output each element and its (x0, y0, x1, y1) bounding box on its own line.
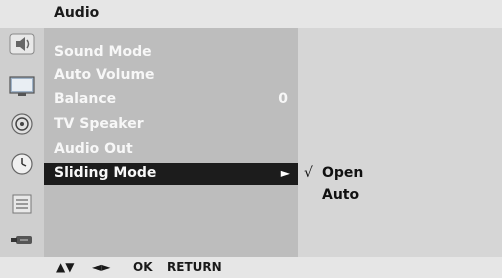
menu-item-label: TV Speaker (54, 116, 144, 132)
lock-icon[interactable] (8, 192, 36, 216)
menu-item-label: Audio Out (54, 141, 133, 157)
speaker-icon[interactable] (8, 32, 36, 56)
ok-hint: OK (133, 260, 153, 274)
submenu-option-open[interactable]: √ Open (304, 165, 363, 181)
menu-item-label: Auto Volume (54, 67, 155, 83)
category-icon-bar (0, 28, 44, 257)
input-icon[interactable] (8, 228, 36, 252)
navigation-hint-bar: ▲▼ ◄► OK RETURN (0, 257, 502, 278)
balance-value: 0 (278, 91, 288, 107)
return-hint: RETURN (167, 260, 222, 274)
submenu-option-label: Auto (322, 187, 360, 203)
menu-item-balance[interactable]: Balance 0 (44, 89, 298, 111)
menu-item-audio-out[interactable]: Audio Out (44, 139, 298, 161)
check-icon: √ (304, 165, 313, 181)
submenu-option-label: Open (322, 165, 364, 181)
menu-item-auto-volume[interactable]: Auto Volume (44, 65, 298, 87)
menu-item-label: Sound Mode (54, 44, 152, 60)
submenu-option-auto[interactable]: Auto (304, 187, 359, 203)
left-right-arrows-icon: ◄► (92, 260, 111, 274)
setup-icon[interactable] (8, 112, 36, 136)
sliding-mode-submenu: √ Open Auto (298, 28, 502, 257)
picture-icon[interactable] (8, 74, 36, 98)
menu-item-label: Balance (54, 91, 117, 107)
up-down-arrows-icon: ▲▼ (56, 260, 75, 274)
submenu-arrow-icon: ► (280, 166, 290, 180)
timer-icon[interactable] (8, 152, 36, 176)
audio-menu: Sound Mode Auto Volume Balance 0 TV Spea… (44, 28, 298, 257)
menu-item-sliding-mode[interactable]: Sliding Mode ► (44, 163, 298, 185)
menu-item-tv-speaker[interactable]: TV Speaker (44, 114, 298, 136)
menu-item-label: Sliding Mode (54, 165, 157, 181)
menu-item-sound-mode[interactable]: Sound Mode (44, 42, 298, 64)
page-title: Audio (54, 5, 100, 21)
title-bar: Audio (0, 0, 502, 28)
